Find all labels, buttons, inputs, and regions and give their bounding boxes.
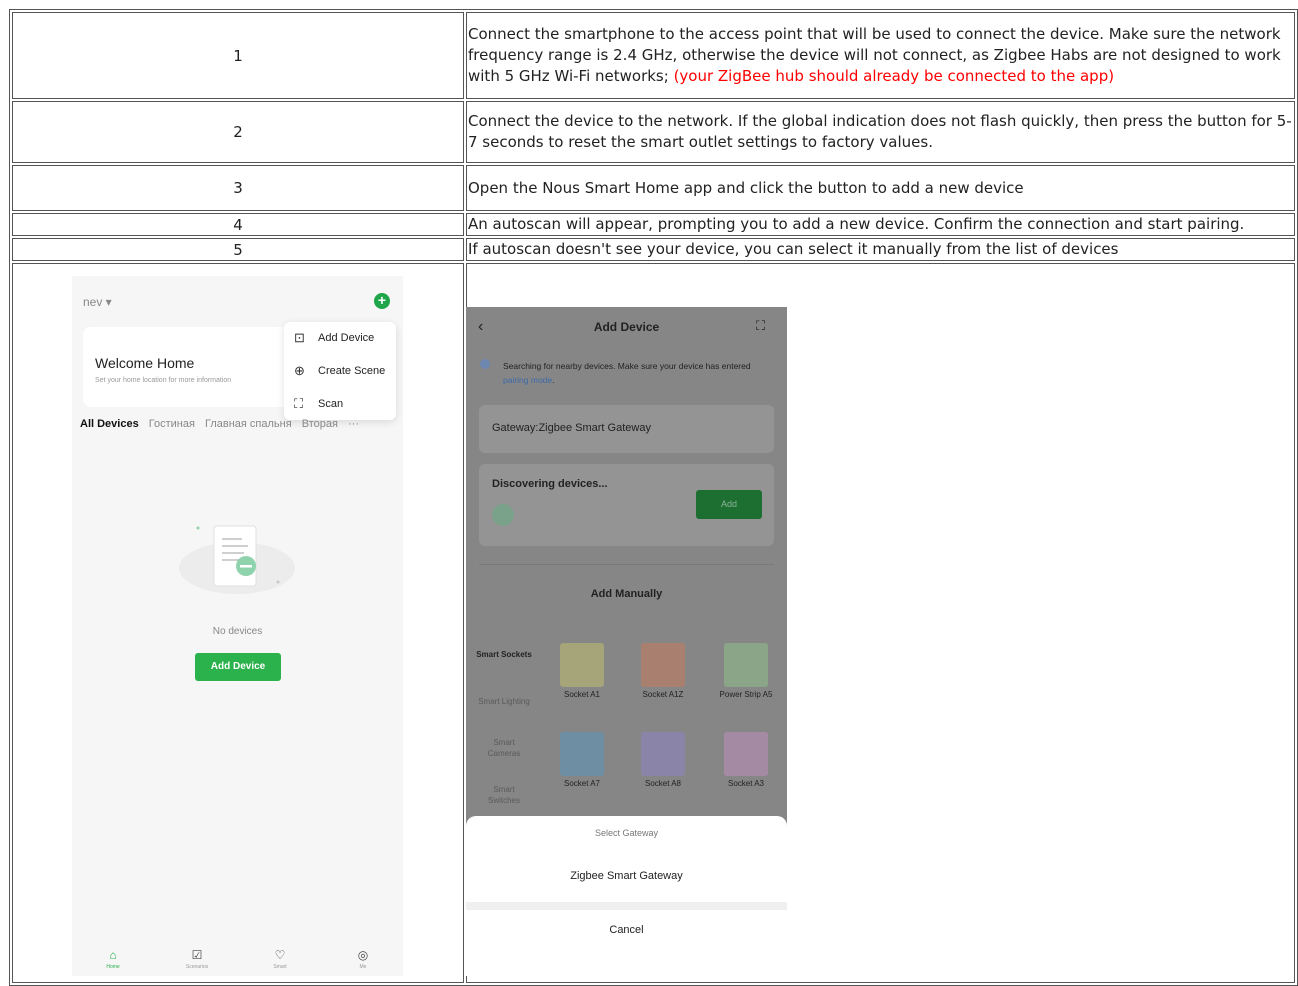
step-row-5: 5 If autoscan doesn't see your device, y… <box>12 238 1295 261</box>
step-row-2: 2 Connect the device to the network. If … <box>12 101 1295 163</box>
step-row-3: 3 Open the Nous Smart Home app and click… <box>12 165 1295 211</box>
menu-label: Scan <box>318 398 344 410</box>
add-device-icon: ⊡ <box>294 330 305 345</box>
add-plus-icon[interactable]: + <box>374 293 390 309</box>
sheet-title: Select Gateway <box>594 828 659 838</box>
device-tile[interactable]: Socket A1Z <box>632 643 694 699</box>
step-text: An autoscan will appear, prompting you t… <box>466 213 1295 236</box>
category-smart-cameras[interactable]: Smart Cameras <box>466 737 542 759</box>
menu-label: Create Scene <box>318 365 386 377</box>
nav-home[interactable]: ⌂ Home <box>83 946 143 970</box>
step-note: (your ZigBee hub should already be conne… <box>673 67 1115 85</box>
step-number: 1 <box>12 12 464 99</box>
searching-spinner-icon <box>480 359 490 369</box>
nav-label: Me <box>359 964 367 970</box>
device-tile[interactable]: Socket A3 <box>715 732 777 788</box>
device-name: Socket A8 <box>644 779 682 788</box>
device-name: Socket A7 <box>563 779 601 788</box>
empty-devices-illustration <box>179 525 295 594</box>
menu-label: Add Device <box>318 332 375 344</box>
socket-thumbnail <box>560 732 604 776</box>
searching-text: Searching for nearby devices. Make sure … <box>503 359 763 387</box>
tab-room[interactable]: Вторая <box>302 418 338 430</box>
device-name: Socket A3 <box>727 779 765 788</box>
create-scene-icon: ⊕ <box>294 363 305 378</box>
menu-add-device[interactable]: ⊡ Add Device <box>284 322 396 355</box>
step-number: 2 <box>12 101 464 163</box>
step-text: If autoscan doesn't see your device, you… <box>466 238 1295 261</box>
gateway-card[interactable]: Gateway:Zigbee Smart Gateway <box>479 405 774 453</box>
category-smart-switches[interactable]: Smart Switches <box>466 784 542 806</box>
scan-icon[interactable]: ⛶ <box>756 318 765 334</box>
power-strip-thumbnail <box>724 643 768 687</box>
add-discovered-button[interactable]: Add <box>696 490 762 519</box>
device-tile[interactable]: Socket A7 <box>551 732 613 788</box>
step-text: Connect the smartphone to the access poi… <box>466 12 1295 99</box>
nav-me[interactable]: ◎ Me <box>333 946 393 970</box>
sheet-separator <box>466 902 787 910</box>
device-name: Socket A1Z <box>642 690 684 699</box>
scenarios-icon: ☑ <box>191 948 203 962</box>
discovering-title: Discovering devices... <box>492 478 608 490</box>
welcome-subtitle: Set your home location for more informat… <box>95 377 232 384</box>
screen-title: Add Device <box>593 320 660 334</box>
device-tile[interactable]: Socket A1 <box>551 643 613 699</box>
socket-thumbnail <box>641 732 685 776</box>
step-row-1: 1 Connect the smartphone to the access p… <box>12 12 1295 99</box>
home-icon: ⌂ <box>109 948 117 962</box>
tab-all-devices[interactable]: All Devices <box>80 418 139 430</box>
phone-screenshot-add-device: ‹ Add Device ⛶ Searching for nearby devi… <box>466 307 787 976</box>
discovering-card: Discovering devices... Add <box>479 464 774 546</box>
add-manually-heading: Add Manually <box>590 588 663 600</box>
step-text: Open the Nous Smart Home app and click t… <box>466 165 1295 211</box>
divider <box>479 564 774 565</box>
scan-icon: ⛶ <box>294 396 304 411</box>
device-name: Socket A1 <box>563 690 601 699</box>
cancel-button[interactable]: Cancel <box>466 924 787 936</box>
more-tabs-icon[interactable]: ··· <box>348 418 359 430</box>
step-row-4: 4 An autoscan will appear, prompting you… <box>12 213 1295 236</box>
tab-room[interactable]: Главная спальня <box>205 418 292 430</box>
pairing-mode-link[interactable]: pairing mode <box>503 375 552 385</box>
empty-state-text: No devices <box>212 626 263 637</box>
tab-room[interactable]: Гостиная <box>149 418 195 430</box>
socket-thumbnail <box>724 732 768 776</box>
step-text: Connect the device to the network. If th… <box>466 101 1295 163</box>
nav-smart[interactable]: ♡ Smart <box>250 946 310 970</box>
room-tabs: All Devices Гостиная Главная спальня Вто… <box>80 418 359 430</box>
nav-label: Smart <box>273 964 287 970</box>
category-smart-lighting[interactable]: Smart Lighting <box>466 696 542 707</box>
step-number: 5 <box>12 238 464 261</box>
gateway-label: Gateway:Zigbee Smart Gateway <box>492 422 651 434</box>
select-gateway-sheet: Select Gateway Zigbee Smart Gateway Canc… <box>466 816 787 976</box>
profile-icon: ◎ <box>357 948 369 962</box>
device-tile[interactable]: Power Strip A5 <box>715 643 777 699</box>
add-device-button[interactable]: Add Device <box>195 653 281 681</box>
nav-label: Scenarios <box>185 964 209 970</box>
home-selector[interactable]: nev ▾ <box>83 295 112 309</box>
step-number: 4 <box>12 213 464 236</box>
category-smart-sockets[interactable]: Smart Sockets <box>466 649 542 660</box>
device-tile[interactable]: Socket A8 <box>632 732 694 788</box>
bulb-icon <box>492 504 514 526</box>
add-menu: ⊡ Add Device ⊕ Create Scene ⛶ Scan <box>284 322 396 420</box>
socket-thumbnail <box>560 643 604 687</box>
socket-thumbnail <box>641 643 685 687</box>
menu-scan[interactable]: ⛶ Scan <box>284 388 396 421</box>
searching-end: . <box>552 375 555 385</box>
phone-screenshot-home: nev ▾ + Welcome Home Set your home locat… <box>72 276 403 976</box>
bottom-nav: ⌂ Home ☑ Scenarios ♡ Smart ◎ Me <box>72 946 403 976</box>
device-name: Power Strip A5 <box>719 690 773 699</box>
smart-icon: ♡ <box>274 948 286 962</box>
nav-scenarios[interactable]: ☑ Scenarios <box>167 946 227 970</box>
menu-create-scene[interactable]: ⊕ Create Scene <box>284 355 396 388</box>
step-number: 3 <box>12 165 464 211</box>
searching-message: Searching for nearby devices. Make sure … <box>503 361 751 371</box>
nav-label: Home <box>106 964 120 970</box>
welcome-title: Welcome Home <box>95 355 195 371</box>
gateway-option[interactable]: Zigbee Smart Gateway <box>466 870 787 882</box>
